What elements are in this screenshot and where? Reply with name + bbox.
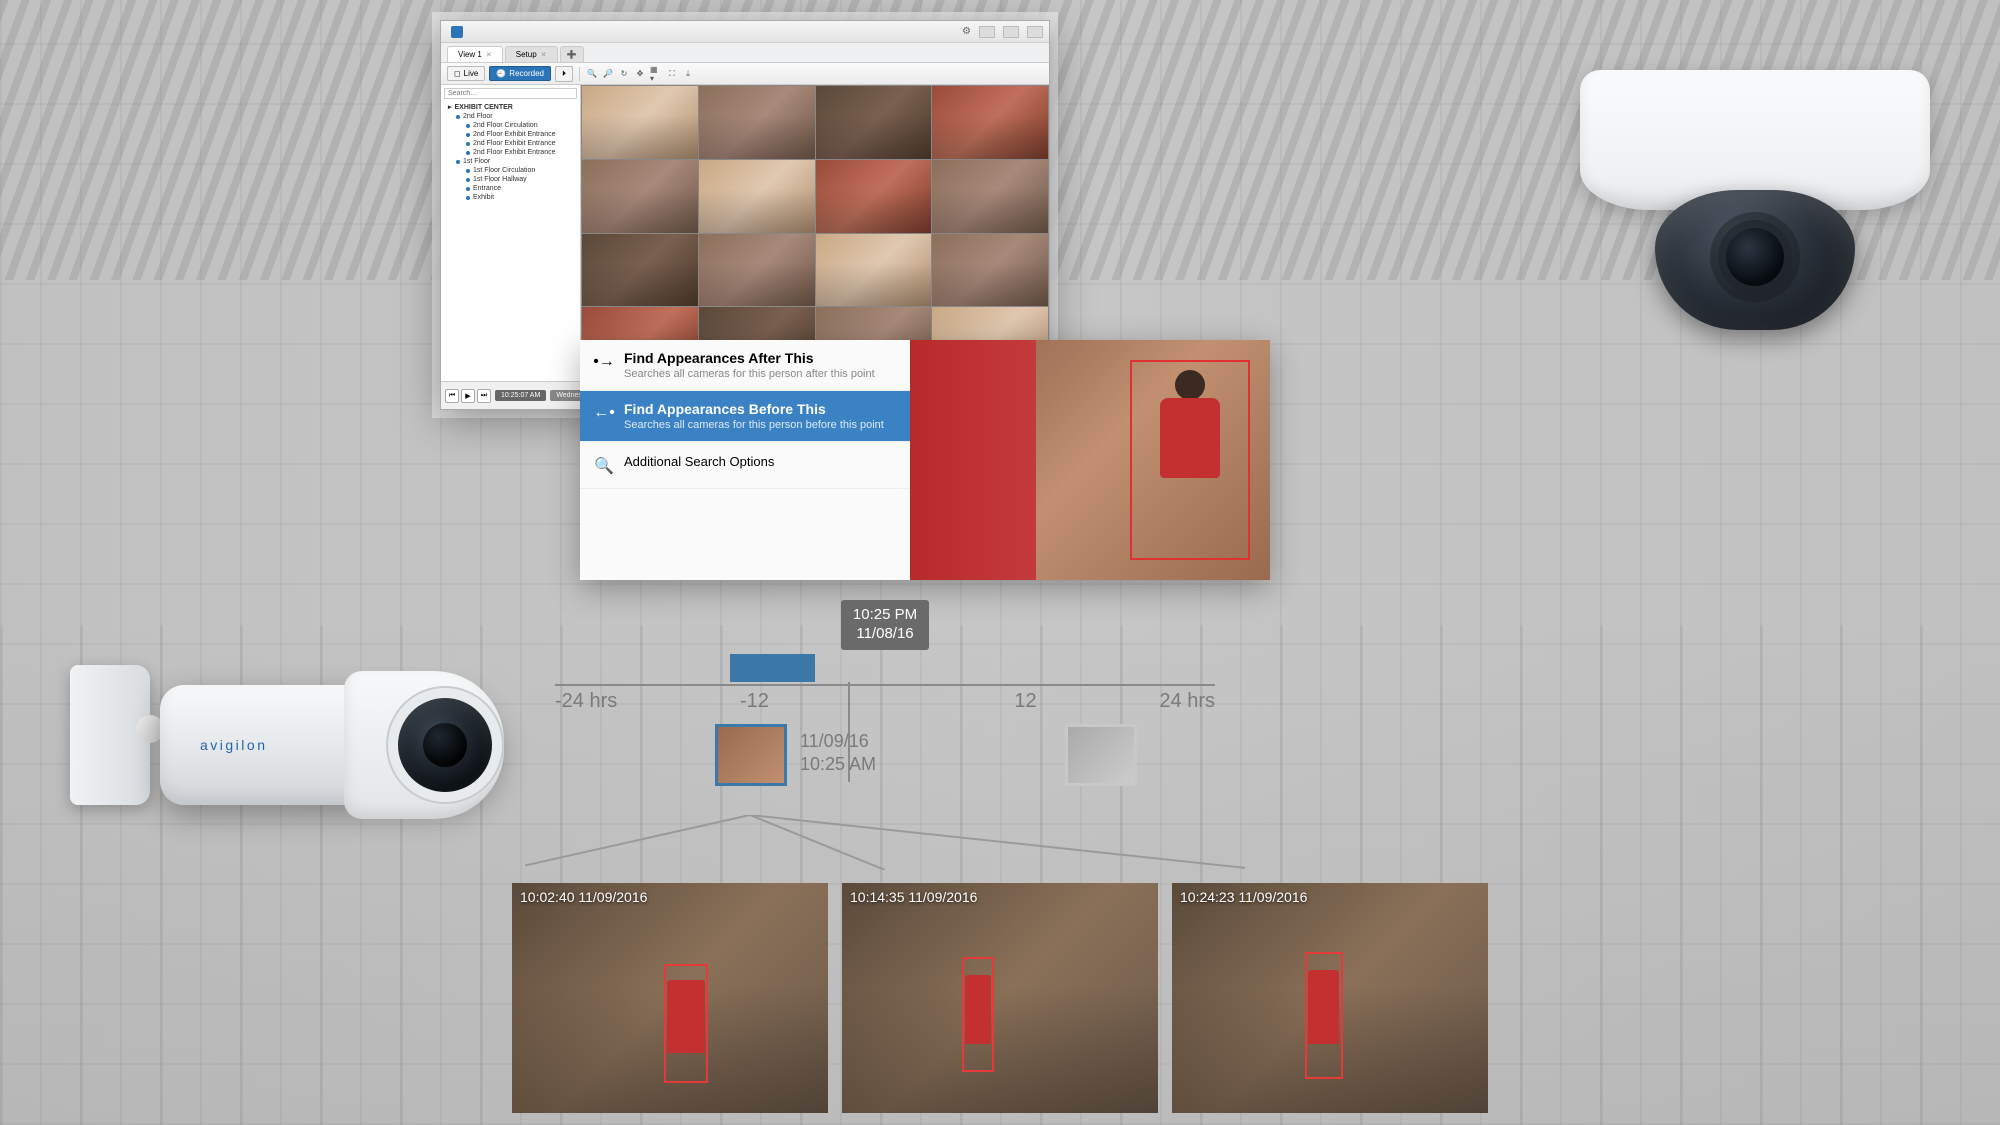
menu-find-before[interactable]: ←• Find Appearances Before This Searches a…: [580, 391, 910, 442]
fullscreen-icon[interactable]: ⛶: [666, 68, 678, 80]
recorded-button[interactable]: 🕘 Recorded: [489, 66, 551, 81]
result-clips-row: 10:02:40 11/09/2016 10:14:35 11/09/2016 10…: [512, 883, 1488, 1113]
detail-frame[interactable]: [910, 340, 1270, 580]
clip-bounding-box[interactable]: [1305, 952, 1343, 1079]
tree-item[interactable]: 1st Floor: [444, 157, 577, 166]
camera-tile[interactable]: [816, 160, 932, 233]
arrow-dot-right-icon: •→: [594, 352, 614, 372]
tree-root[interactable]: ▸EXHIBIT CENTER: [444, 102, 577, 112]
camera-tree[interactable]: ▸EXHIBIT CENTER 2nd Floor2nd Floor Circu…: [441, 85, 581, 381]
camera-tile[interactable]: [582, 86, 698, 159]
fanout-connector: [525, 815, 1245, 870]
bullet-camera-product: avigilon: [70, 645, 550, 885]
clip-bounding-box[interactable]: [664, 964, 708, 1084]
camera-tile[interactable]: [932, 160, 1048, 233]
result-clip[interactable]: 10:24:23 11/09/2016: [1172, 883, 1488, 1113]
camera-tile[interactable]: [582, 160, 698, 233]
camera-tile[interactable]: [816, 86, 932, 159]
tree-item[interactable]: 2nd Floor Exhibit Entrance: [444, 139, 577, 148]
result-clip[interactable]: 10:02:40 11/09/2016: [512, 883, 828, 1113]
timeline-badge: 10:25 PM 11/08/16: [841, 600, 929, 650]
settings-icon[interactable]: ⚙: [962, 26, 971, 37]
clip-timestamp: 10:14:35 11/09/2016: [850, 889, 977, 905]
tab-label: Setup: [516, 50, 537, 59]
menu-item-subtitle: Searches all cameras for this person bef…: [624, 419, 896, 431]
menu-item-title: Additional Search Options: [624, 454, 896, 469]
window-titlebar[interactable]: ⚙: [441, 21, 1049, 43]
menu-item-title: Find Appearances Before This: [624, 401, 896, 417]
scrub-handle[interactable]: [730, 654, 815, 682]
tree-item[interactable]: 2nd Floor Circulation: [444, 121, 577, 130]
camera-tile[interactable]: [582, 234, 698, 307]
export-icon[interactable]: ⤓: [682, 68, 694, 80]
pan-icon[interactable]: ✥: [634, 68, 646, 80]
minimize-button[interactable]: [979, 26, 995, 38]
play-button[interactable]: ▶: [461, 389, 475, 403]
search-timeline: 10:25 PM 11/08/16 -24 hrs -12 12 24 hrs …: [525, 600, 1245, 804]
tree-item[interactable]: 1st Floor Circulation: [444, 166, 577, 175]
live-icon: ◻: [454, 69, 461, 78]
close-icon[interactable]: ✕: [486, 51, 492, 59]
tree-item[interactable]: Entrance: [444, 184, 577, 193]
tree-item[interactable]: 2nd Floor Exhibit Entrance: [444, 148, 577, 157]
app-icon: [451, 26, 463, 38]
close-icon[interactable]: ✕: [541, 51, 547, 59]
result-clip[interactable]: 10:14:35 11/09/2016: [842, 883, 1158, 1113]
result-thumbnail-secondary[interactable]: [1065, 724, 1137, 786]
camera-tile[interactable]: [932, 86, 1048, 159]
tree-search-input[interactable]: [444, 88, 577, 99]
dome-camera-product: [1580, 70, 1930, 330]
camera-tile[interactable]: [699, 234, 815, 307]
camera-tile[interactable]: [699, 86, 815, 159]
camera-tile[interactable]: [932, 234, 1048, 307]
scrub-track[interactable]: -24 hrs -12 12 24 hrs: [555, 654, 1215, 704]
main-toolbar: ◻ Live 🕘 Recorded ⏵ 🔍 🔎 ↻ ✥ ▦ ▾ ⛶ ⤓: [441, 63, 1049, 85]
tree-item[interactable]: 2nd Floor Exhibit Entrance: [444, 130, 577, 139]
camera-tile[interactable]: [816, 234, 932, 307]
zoom-in-icon[interactable]: 🔎: [602, 68, 614, 80]
menu-find-after[interactable]: •→ Find Appearances After This Searches al…: [580, 340, 910, 391]
search-icon: 🔍: [594, 456, 614, 476]
tab-view-1[interactable]: View 1 ✕: [447, 46, 503, 62]
clip-timestamp: 10:24:23 11/09/2016: [1180, 889, 1307, 905]
clock-icon: 🕘: [496, 69, 506, 78]
camera-grid: [581, 85, 1049, 381]
clip-bounding-box[interactable]: [962, 957, 994, 1072]
view-tabstrip: View 1 ✕ Setup ✕ ➕: [441, 43, 1049, 63]
context-menu: •→ Find Appearances After This Searches al…: [580, 340, 910, 580]
tree-item[interactable]: 2nd Floor: [444, 112, 577, 121]
live-label: Live: [464, 69, 479, 78]
playback-time: 10:25:07 AM: [495, 390, 546, 401]
toolbar-flag-button[interactable]: ⏵: [555, 66, 573, 82]
next-button[interactable]: ⏭: [477, 389, 491, 403]
tab-label: View 1: [458, 50, 482, 59]
arrow-dot-left-icon: ←•: [594, 403, 614, 423]
maximize-button[interactable]: [1003, 26, 1019, 38]
person-bounding-box[interactable]: [1130, 360, 1250, 560]
tree-item[interactable]: Exhibit: [444, 193, 577, 202]
menu-item-subtitle: Searches all cameras for this person aft…: [624, 368, 896, 380]
tree-item[interactable]: 1st Floor Hallway: [444, 175, 577, 184]
zoom-out-icon[interactable]: 🔍: [586, 68, 598, 80]
appearance-search-panel: •→ Find Appearances After This Searches al…: [580, 340, 1270, 580]
tab-add[interactable]: ➕: [560, 46, 584, 62]
menu-additional-options[interactable]: 🔍 Additional Search Options: [580, 442, 910, 489]
bullet-camera-brand: avigilon: [200, 737, 267, 753]
menu-item-title: Find Appearances After This: [624, 350, 896, 366]
result-thumbnail-primary[interactable]: [715, 724, 787, 786]
close-button[interactable]: [1027, 26, 1043, 38]
result-metadata: 11/09/16 10:25 AM: [800, 730, 876, 777]
live-button[interactable]: ◻ Live: [447, 66, 485, 81]
tab-setup[interactable]: Setup ✕: [505, 46, 558, 62]
refresh-icon[interactable]: ↻: [618, 68, 630, 80]
prev-button[interactable]: ⏮: [445, 389, 459, 403]
clip-timestamp: 10:02:40 11/09/2016: [520, 889, 647, 905]
layout-icon[interactable]: ▦ ▾: [650, 68, 662, 80]
recorded-label: Recorded: [509, 69, 544, 78]
camera-tile[interactable]: [699, 160, 815, 233]
